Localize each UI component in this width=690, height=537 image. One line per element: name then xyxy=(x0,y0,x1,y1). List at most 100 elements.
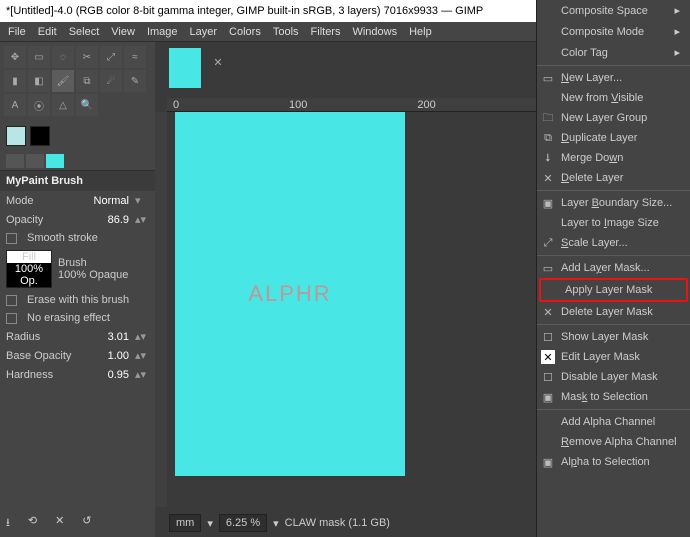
menu-delete-layer[interactable]: ✕Delete Layer xyxy=(537,168,690,188)
tab-close-icon[interactable]: ✕ xyxy=(209,56,227,74)
sel-icon: ▣ xyxy=(541,455,555,469)
left-dock: ✥ ▭ ◌ ✂ ⤢ ≈ ▮ ◧ 🖌 ⧉ ☄ ✎ A ⦿ △ 🔍 MyPaint … xyxy=(0,42,155,537)
menu-alpha-to-selection[interactable]: ▣Alpha to Selection xyxy=(537,452,690,472)
document-tab[interactable] xyxy=(169,48,201,88)
checkbox-icon: ☐ xyxy=(541,370,555,384)
menu-add-alpha: Add Alpha Channel xyxy=(537,412,690,432)
erase-brush[interactable]: Erase with this brush xyxy=(0,291,155,309)
menu-windows[interactable]: Windows xyxy=(352,26,397,38)
menu-view[interactable]: View xyxy=(111,26,135,38)
dropdown-icon[interactable]: ▾ xyxy=(273,517,279,530)
menu-edit-mask[interactable]: ✕Edit Layer Mask xyxy=(537,347,690,367)
no-erasing[interactable]: No erasing effect xyxy=(0,309,155,327)
tab-options[interactable] xyxy=(6,154,24,168)
menu-new-from-visible[interactable]: New from Visible xyxy=(537,88,690,108)
opacity-value[interactable]: 86.9 xyxy=(93,214,129,226)
menu-scale-layer[interactable]: ⤢Scale Layer... xyxy=(537,233,690,253)
tool-clone[interactable]: ⧉ xyxy=(76,70,98,92)
tool-mybrush[interactable]: 🖌 xyxy=(52,70,74,92)
menu-image[interactable]: Image xyxy=(147,26,178,38)
brush-label: Brush xyxy=(58,257,149,269)
menu-color-tag[interactable]: Color Tag▸ xyxy=(537,42,690,63)
menu-new-layer[interactable]: ▭New Layer... xyxy=(537,68,690,88)
menu-tools[interactable]: Tools xyxy=(273,26,299,38)
menu-help[interactable]: Help xyxy=(409,26,432,38)
delete-mask-icon: ✕ xyxy=(541,305,555,319)
tool-gradient[interactable]: ◧ xyxy=(28,70,50,92)
status-info: CLAW mask (1.1 GB) xyxy=(285,517,390,529)
save-preset-icon[interactable]: ⭳ xyxy=(6,514,10,533)
unit-dropdown[interactable]: mm xyxy=(169,514,201,532)
layer-context-menu: Composite Space▸ Composite Mode▸ Color T… xyxy=(536,0,690,537)
menu-to-image-size[interactable]: Layer to Image Size xyxy=(537,213,690,233)
tool-options-tabs xyxy=(0,152,155,171)
menu-mask-to-selection[interactable]: ▣Mask to Selection xyxy=(537,387,690,407)
ruler-vertical xyxy=(155,112,167,507)
tool-bucket[interactable]: ▮ xyxy=(4,70,26,92)
menu-file[interactable]: File xyxy=(8,26,26,38)
canvas[interactable]: ALPHR xyxy=(175,112,405,476)
menu-disable-mask[interactable]: ☐Disable Layer Mask xyxy=(537,367,690,387)
tool-measure[interactable]: △ xyxy=(52,94,74,116)
spin-icon[interactable]: ▴▾ xyxy=(135,368,149,381)
merge-icon: ⭣ xyxy=(541,151,555,165)
dropdown-icon[interactable]: ▾ xyxy=(207,517,213,530)
hardness-label: Hardness xyxy=(6,369,87,381)
menu-add-mask: ▭Add Layer Mask... xyxy=(537,258,690,278)
group-icon: 🗀 xyxy=(541,111,555,125)
tab-image[interactable] xyxy=(46,154,64,168)
menu-edit[interactable]: Edit xyxy=(38,26,57,38)
menu-show-mask[interactable]: ☐Show Layer Mask xyxy=(537,327,690,347)
fg-color[interactable] xyxy=(6,126,26,146)
menu-select[interactable]: Select xyxy=(69,26,100,38)
mode-dropdown-icon[interactable]: ▾ xyxy=(135,194,149,207)
menu-delete-mask[interactable]: ✕Delete Layer Mask xyxy=(537,302,690,322)
tool-transform[interactable]: ⤢ xyxy=(100,46,122,68)
mode-value[interactable]: Normal xyxy=(93,195,129,207)
tool-warp[interactable]: ≈ xyxy=(124,46,146,68)
menu-merge-down[interactable]: ⭣Merge Down xyxy=(537,148,690,168)
tool-move[interactable]: ✥ xyxy=(4,46,26,68)
menu-composite-space[interactable]: Composite Space▸ xyxy=(537,0,690,21)
spin-icon[interactable]: ▴▾ xyxy=(135,330,149,343)
menu-remove-alpha[interactable]: Remove Alpha Channel xyxy=(537,432,690,452)
window-title: *[Untitled]-4.0 (RGB color 8-bit gamma i… xyxy=(6,5,594,17)
mode-label: Mode xyxy=(6,195,87,207)
menu-filters[interactable]: Filters xyxy=(311,26,341,38)
opacity-spin-icon[interactable]: ▴▾ xyxy=(135,213,149,226)
new-layer-icon: ▭ xyxy=(541,71,555,85)
menu-composite-mode[interactable]: Composite Mode▸ xyxy=(537,21,690,42)
delete-preset-icon[interactable]: ✕ xyxy=(55,514,64,533)
hardness-value[interactable]: 0.95 xyxy=(93,369,129,381)
menu-new-group[interactable]: 🗀New Layer Group xyxy=(537,108,690,128)
menu-apply-mask[interactable]: Apply Layer Mask xyxy=(541,280,686,300)
tool-smudge[interactable]: ☄ xyxy=(100,70,122,92)
reset-icon[interactable]: ↺ xyxy=(82,514,91,533)
menu-boundary-size[interactable]: ▣Layer Boundary Size... xyxy=(537,193,690,213)
sel-icon: ▣ xyxy=(541,390,555,404)
bg-color[interactable] xyxy=(30,126,50,146)
tool-path[interactable]: ✎ xyxy=(124,70,146,92)
scale-icon: ⤢ xyxy=(541,236,555,250)
baseop-value[interactable]: 1.00 xyxy=(93,350,129,362)
spin-icon[interactable]: ▴▾ xyxy=(135,349,149,362)
menu-duplicate-layer[interactable]: ⧉Duplicate Layer xyxy=(537,128,690,148)
menu-colors[interactable]: Colors xyxy=(229,26,261,38)
brush-thumb[interactable]: Fill 100% Op. xyxy=(6,250,52,288)
tool-crop[interactable]: ✂ xyxy=(76,46,98,68)
tool-rect-select[interactable]: ▭ xyxy=(28,46,50,68)
tool-free-select[interactable]: ◌ xyxy=(52,46,74,68)
toolbox: ✥ ▭ ◌ ✂ ⤢ ≈ ▮ ◧ 🖌 ⧉ ☄ ✎ A ⦿ △ 🔍 xyxy=(0,42,155,120)
smooth-stroke[interactable]: Smooth stroke xyxy=(0,229,155,247)
menu-layer[interactable]: Layer xyxy=(190,26,218,38)
tool-text[interactable]: A xyxy=(4,94,26,116)
restore-preset-icon[interactable]: ⟲ xyxy=(28,514,37,533)
watermark: ALPHR xyxy=(248,281,331,307)
tool-picker[interactable]: ⦿ xyxy=(28,94,50,116)
ruler-horizontal: 0 100 200 300 xyxy=(167,98,570,112)
tool-zoom[interactable]: 🔍 xyxy=(76,94,98,116)
checkbox-checked-icon: ✕ xyxy=(541,350,555,364)
tab-device[interactable] xyxy=(26,154,44,168)
zoom-dropdown[interactable]: 6.25 % xyxy=(219,514,267,532)
radius-value[interactable]: 3.01 xyxy=(93,331,129,343)
